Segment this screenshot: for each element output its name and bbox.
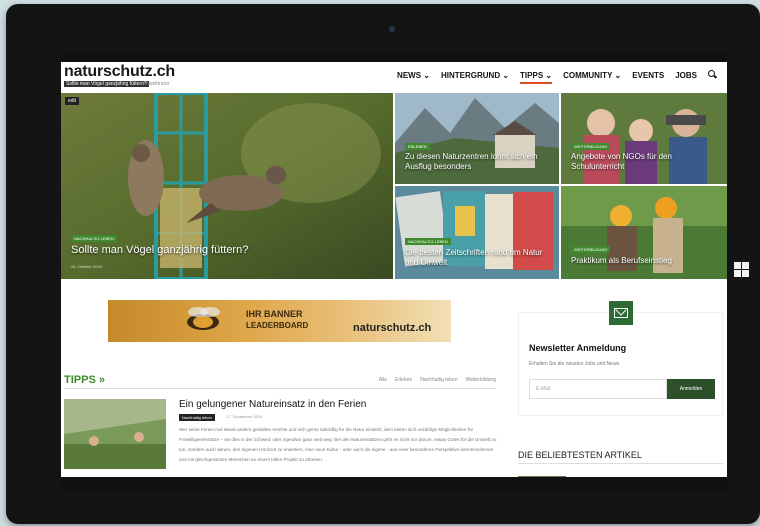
newsletter-description: Erhalten Sie die neusten Jobs und News. <box>529 361 621 367</box>
article-thumbnail[interactable] <box>64 399 166 469</box>
article-title[interactable]: Ein gelungener Natureinsatz in den Ferie… <box>179 399 366 410</box>
nav-item-news[interactable]: NEWS ⌄ <box>397 71 430 84</box>
newsletter-box: Newsletter Anmeldung Erhalten Sie die ne… <box>518 301 723 416</box>
article-date: 17. September 2019 <box>226 414 263 419</box>
section-filters: Alle Erleben Nachhaltig leben Weiterbild… <box>379 377 496 383</box>
filter-erleben[interactable]: Erleben <box>395 377 412 383</box>
banner-logo: naturschutz.ch <box>353 322 432 334</box>
hero-tile-praktikum[interactable]: WEITERBILDUNG Praktikum als Berufseinsti… <box>561 186 727 279</box>
leaderboard-banner[interactable]: IHR BANNER LEADERBOARD naturschutz.ch <box>108 300 451 342</box>
hero-tile-title[interactable]: Angebote von NGOs für den Schulunterrich… <box>571 152 721 172</box>
newsletter-title: Newsletter Anmeldung <box>529 343 627 353</box>
article-excerpt: Wer seine Ferien mal etwas anders gestal… <box>179 427 497 462</box>
section-divider <box>64 388 496 389</box>
banner-line1: IHR BANNER <box>246 309 303 319</box>
top-bar <box>61 52 727 62</box>
hero-tile-ngos[interactable]: WEITERBILDUNG Angebote von NGOs für den … <box>561 93 727 184</box>
tablet-frame: naturschutz.ch Sollte man Vögel ganzjähr… <box>6 4 760 524</box>
site-tagline: Sollte man Vögel ganzjährig füttern? <box>64 81 149 87</box>
site-logo[interactable]: naturschutz.ch <box>64 63 175 81</box>
category-badge[interactable]: NACHHALTIG LEBEN <box>71 235 117 242</box>
filter-weiterbildung[interactable]: Weiterbildung <box>466 377 496 383</box>
hero-tile-title[interactable]: Die besten Zeitschriften rund um Natur u… <box>405 248 555 268</box>
main-nav: NEWS ⌄ HINTERGRUND ⌄ TIPPS ⌄ COMMUNITY ⌄… <box>397 70 717 84</box>
nav-item-community[interactable]: COMMUNITY ⌄ <box>563 71 621 84</box>
hero-tile-title[interactable]: Zu diesen Naturzentren lohnt sich ein Au… <box>405 152 555 172</box>
hero-main-title[interactable]: Sollte man Vögel ganzjährig füttern? <box>71 245 248 256</box>
nav-item-jobs[interactable]: JOBS <box>675 71 697 84</box>
article-category-badge[interactable]: Nachhaltig leben <box>179 414 215 421</box>
category-badge[interactable]: NACHHALTIG LEBEN <box>405 238 451 245</box>
nav-item-events[interactable]: EVENTS <box>632 71 664 84</box>
browser-screen: naturschutz.ch Sollte man Vögel ganzjähr… <box>61 52 727 492</box>
site-header: naturschutz.ch Sollte man Vögel ganzjähr… <box>61 62 727 92</box>
category-badge[interactable]: WEITERBILDUNG <box>571 143 611 150</box>
category-badge[interactable]: WEITERBILDUNG <box>571 246 611 253</box>
popular-divider <box>518 463 723 464</box>
nav-item-tipps[interactable]: TIPPS ⌄ <box>520 71 553 84</box>
nature-work-image <box>64 399 166 469</box>
email-input[interactable]: E-Mail <box>529 379 667 399</box>
popular-articles-title: DIE BELIEBTESTEN ARTIKEL <box>518 450 642 460</box>
hero-main-tile[interactable]: edit NACHHALTIG LEBEN Sollte man Vögel g… <box>61 93 393 279</box>
filter-nachhaltig-leben[interactable]: Nachhaltig leben <box>420 377 457 383</box>
hero-tile-naturzentren[interactable]: ERLEBEN Zu diesen Naturzentren lohnt sic… <box>395 93 559 184</box>
edit-button[interactable]: edit <box>65 97 80 105</box>
camera-icon <box>389 26 395 32</box>
hero-tile-title[interactable]: Praktikum als Berufseinstieg <box>571 256 721 266</box>
windows-logo-icon[interactable] <box>734 262 750 278</box>
search-icon[interactable] <box>708 70 717 79</box>
site-tagline-sub: Umwelttricks <box>141 81 170 87</box>
subscribe-button[interactable]: Anmelden <box>667 379 715 399</box>
filter-alle[interactable]: Alle <box>379 377 387 383</box>
nav-item-hintergrund[interactable]: HINTERGRUND ⌄ <box>441 71 509 84</box>
mail-icon <box>609 301 633 325</box>
category-badge[interactable]: ERLEBEN <box>405 143 430 150</box>
bottom-bar <box>61 477 727 492</box>
banner-line2: LEADERBOARD <box>246 321 309 330</box>
section-title-tipps[interactable]: TIPPS » <box>64 374 105 386</box>
hero-tile-zeitschriften[interactable]: NACHHALTIG LEBEN Die besten Zeitschrifte… <box>395 186 559 279</box>
hero-main-date: 24. Oktober 2019 <box>71 264 102 269</box>
